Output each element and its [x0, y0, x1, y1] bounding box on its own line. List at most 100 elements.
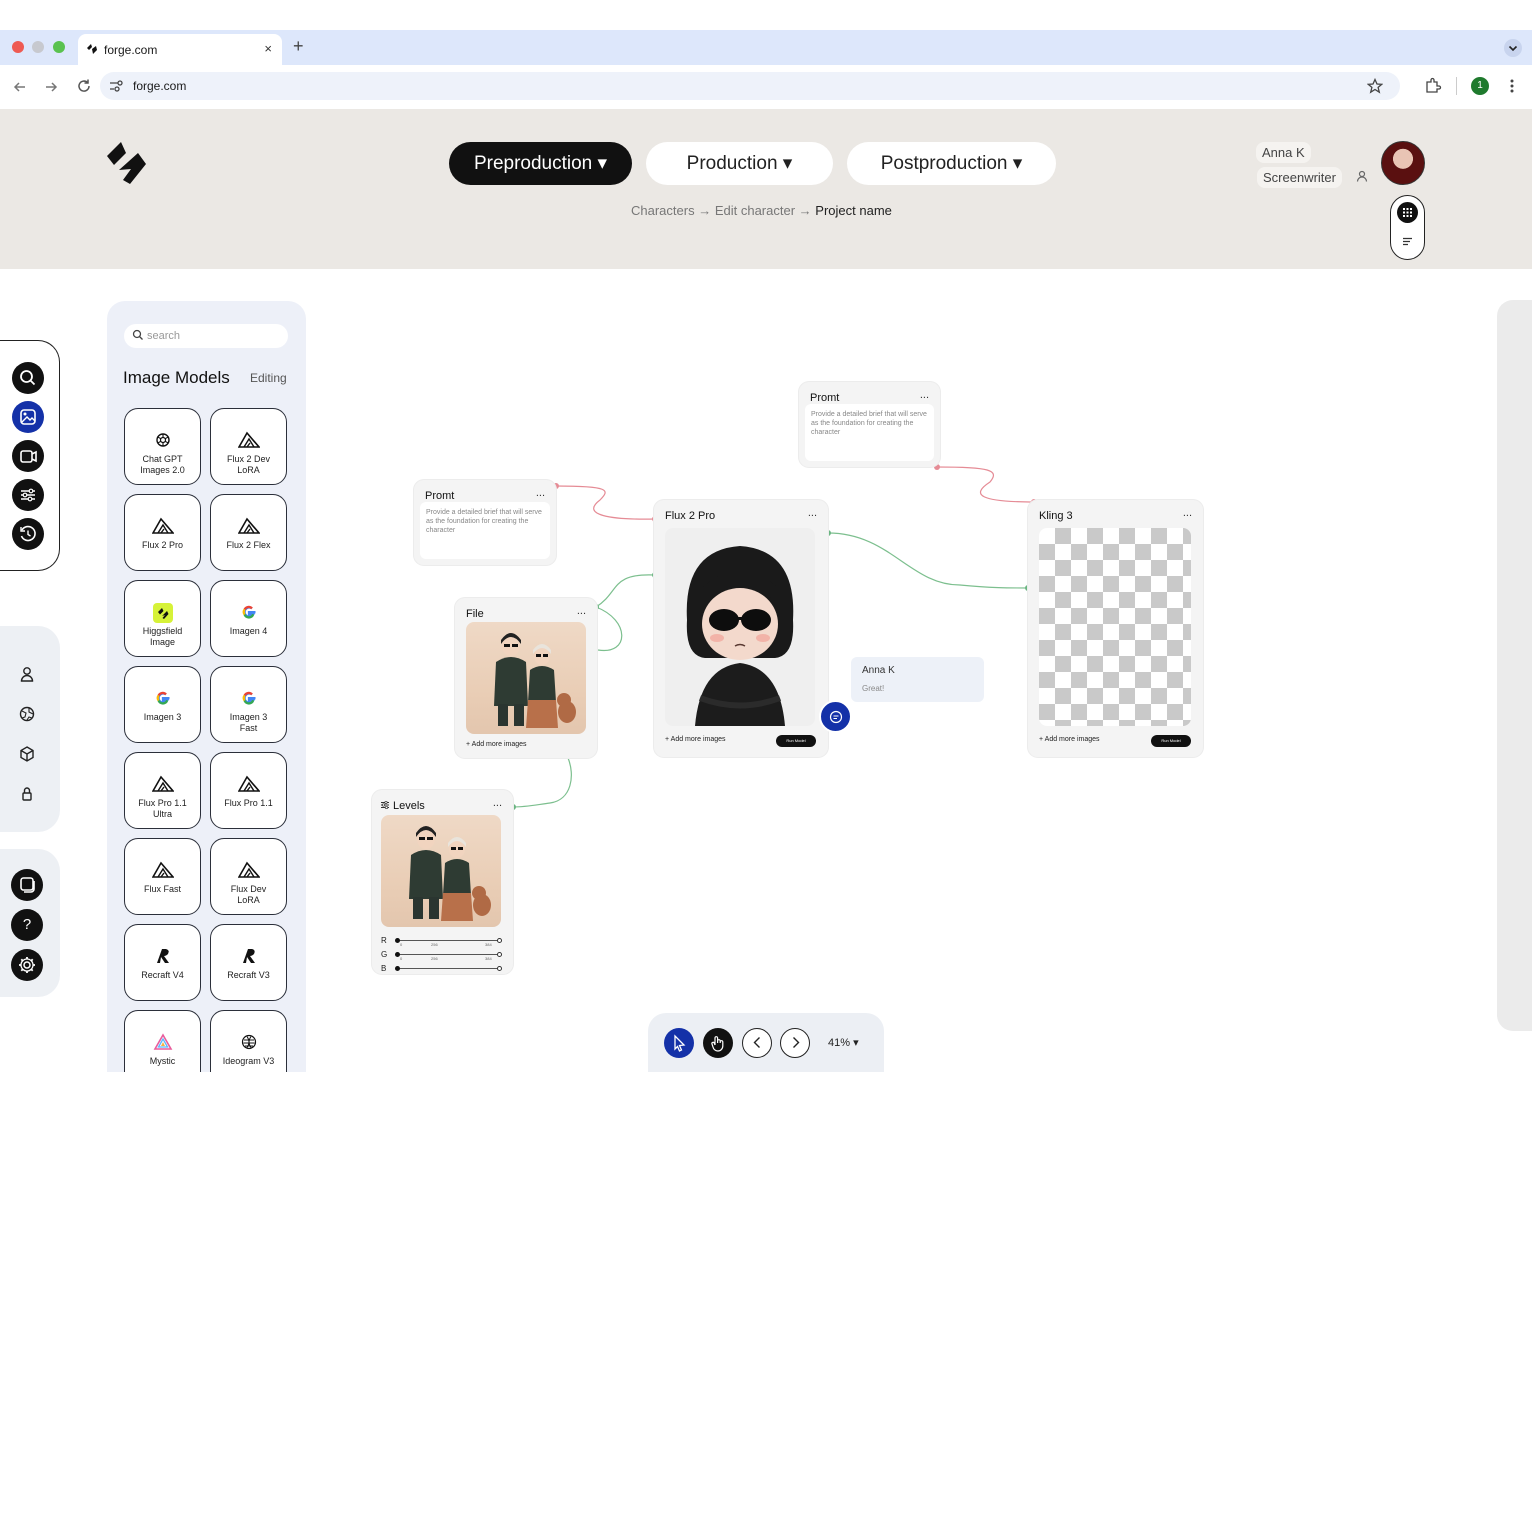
prompt-textarea[interactable]: Provide a detailed brief that will serve…	[420, 502, 550, 559]
forward-arrow-icon[interactable]	[43, 79, 59, 95]
close-window-button[interactable]	[12, 41, 24, 53]
characters-illustration	[494, 633, 576, 728]
search-input[interactable]: search	[124, 324, 288, 348]
bookmark-star-icon[interactable]	[1367, 78, 1383, 94]
adjustments-tool-button[interactable]	[12, 479, 44, 511]
characters-button[interactable]	[14, 661, 40, 687]
node-canvas[interactable]: Promt ... Provide a detailed brief that …	[310, 270, 1495, 1072]
model-card-flux-fast[interactable]: Flux Fast	[124, 838, 201, 915]
hand-tool-button[interactable]	[703, 1028, 733, 1058]
tab-postproduction[interactable]: Postproduction ▾	[847, 142, 1056, 185]
add-more-images-link[interactable]: + Add more images	[665, 736, 726, 743]
r-slider-handle[interactable]	[497, 938, 502, 943]
model-card-chat-gpt-images-2-0[interactable]: Chat GPT Images 2.0	[124, 408, 201, 485]
model-card-flux-pro-1-1-ultra[interactable]: Flux Pro 1.1 Ultra	[124, 752, 201, 829]
node-menu-button[interactable]: ...	[1183, 507, 1192, 519]
model-card-imagen-3[interactable]: Imagen 3	[124, 666, 201, 743]
node-title: Levels	[393, 800, 425, 812]
b-slider-handle[interactable]	[395, 966, 400, 971]
tab-production[interactable]: Production ▾	[646, 142, 833, 185]
breadcrumb-characters[interactable]: Characters	[631, 203, 695, 218]
tab-list-chevron-icon[interactable]	[1504, 39, 1522, 57]
tab-preproduction[interactable]: Preproduction ▾	[449, 142, 632, 185]
node-menu-button[interactable]: ...	[808, 507, 817, 519]
redo-button[interactable]	[780, 1028, 810, 1058]
prompt-textarea[interactable]: Provide a detailed brief that will serve…	[805, 404, 934, 461]
r-slider-track[interactable]	[397, 940, 501, 941]
undo-button[interactable]	[742, 1028, 772, 1058]
history-tool-button[interactable]	[12, 518, 44, 550]
zoom-dropdown[interactable]: 41% ▾	[828, 1036, 859, 1049]
back-arrow-icon[interactable]	[12, 79, 28, 95]
extensions-icon[interactable]	[1424, 77, 1442, 95]
list-view-icon[interactable]	[1402, 237, 1413, 246]
right-collapsed-panel[interactable]	[1497, 300, 1532, 1031]
lock-button[interactable]	[14, 781, 40, 807]
file-node[interactable]: File ... + Add more images	[455, 598, 597, 758]
locations-button[interactable]	[14, 701, 40, 727]
tab-editing[interactable]: Editing	[250, 371, 287, 385]
b-slider-handle[interactable]	[497, 966, 502, 971]
tab-close-icon[interactable]: ×	[264, 41, 272, 56]
image-tool-button[interactable]	[12, 401, 44, 433]
promt-node[interactable]: Promt ... Provide a detailed brief that …	[799, 382, 940, 467]
gear-icon	[19, 957, 35, 973]
reload-icon[interactable]	[76, 78, 92, 94]
grid-view-button[interactable]	[1397, 202, 1418, 223]
comment-icon	[829, 710, 843, 724]
model-card-imagen-4[interactable]: Imagen 4	[210, 580, 287, 657]
run-model-button[interactable]: Run Model	[776, 735, 816, 747]
comment-card[interactable]: Anna K Great!	[851, 657, 984, 702]
add-more-images-link[interactable]: + Add more images	[466, 741, 527, 748]
layers-button[interactable]	[11, 869, 43, 901]
model-card-ideogram-v3[interactable]: Ideogram V3	[210, 1010, 287, 1072]
address-bar[interactable]: forge.com	[100, 72, 1400, 100]
add-more-images-link[interactable]: + Add more images	[1039, 736, 1100, 743]
browser-menu-icon[interactable]	[1505, 77, 1519, 95]
model-label: Recraft V4	[141, 970, 184, 980]
b-slider-track[interactable]	[397, 968, 501, 969]
user-icon[interactable]	[1355, 169, 1369, 183]
flux-icon	[211, 775, 286, 798]
view-toggle[interactable]	[1390, 195, 1425, 260]
model-card-mystic[interactable]: Mystic	[124, 1010, 201, 1072]
search-tool-button[interactable]	[12, 362, 44, 394]
connection-file-loop	[595, 606, 623, 652]
video-tool-button[interactable]	[12, 440, 44, 472]
node-menu-button[interactable]: ...	[920, 389, 929, 401]
new-tab-button[interactable]: +	[293, 36, 304, 57]
node-menu-button[interactable]: ...	[577, 605, 586, 617]
objects-button[interactable]	[14, 741, 40, 767]
run-model-button[interactable]: Run Model	[1151, 735, 1191, 747]
model-card-recraft-v3[interactable]: Recraft V3	[210, 924, 287, 1001]
flux-2-pro-node[interactable]: Flux 2 Pro ... + Add more images Run Mod…	[654, 500, 828, 757]
select-tool-button[interactable]	[664, 1028, 694, 1058]
model-card-flux-2-pro[interactable]: Flux 2 Pro	[124, 494, 201, 571]
model-card-flux-dev-lora[interactable]: Flux Dev LoRA	[210, 838, 287, 915]
g-slider-track[interactable]	[397, 954, 501, 955]
model-card-flux-2-flex[interactable]: Flux 2 Flex	[210, 494, 287, 571]
levels-node[interactable]: Levels ... R G B 0 256 384 0 256 384	[372, 790, 513, 974]
avatar[interactable]	[1381, 141, 1425, 185]
minimize-window-button[interactable]	[32, 41, 44, 53]
profile-badge[interactable]: 1	[1471, 77, 1489, 95]
model-card-flux-pro-1-1[interactable]: Flux Pro 1.1	[210, 752, 287, 829]
prompt-text: Provide a detailed brief that will serve…	[426, 509, 542, 534]
model-card-recraft-v4[interactable]: Recraft V4	[124, 924, 201, 1001]
site-settings-icon[interactable]	[109, 79, 123, 93]
promt-node[interactable]: Promt ... Provide a detailed brief that …	[414, 480, 556, 565]
kling-3-node[interactable]: Kling 3 ... + Add more images Run Model	[1028, 500, 1203, 757]
node-menu-button[interactable]: ...	[536, 487, 545, 499]
model-card-higgsfield-image[interactable]: Higgsfield Image	[124, 580, 201, 657]
maximize-window-button[interactable]	[53, 41, 65, 53]
model-card-flux-2-dev-lora[interactable]: Flux 2 Dev LoRA	[210, 408, 287, 485]
toolbar-divider	[1456, 77, 1457, 95]
browser-tab[interactable]: forge.com ×	[78, 34, 282, 65]
g-slider-handle[interactable]	[497, 952, 502, 957]
breadcrumb-edit-character[interactable]: Edit character	[715, 203, 795, 218]
model-card-imagen-3-fast[interactable]: Imagen 3 Fast	[210, 666, 287, 743]
node-menu-button[interactable]: ...	[493, 797, 502, 809]
help-button[interactable]: ?	[11, 909, 43, 941]
settings-button[interactable]	[11, 949, 43, 981]
comment-button[interactable]	[819, 700, 852, 733]
